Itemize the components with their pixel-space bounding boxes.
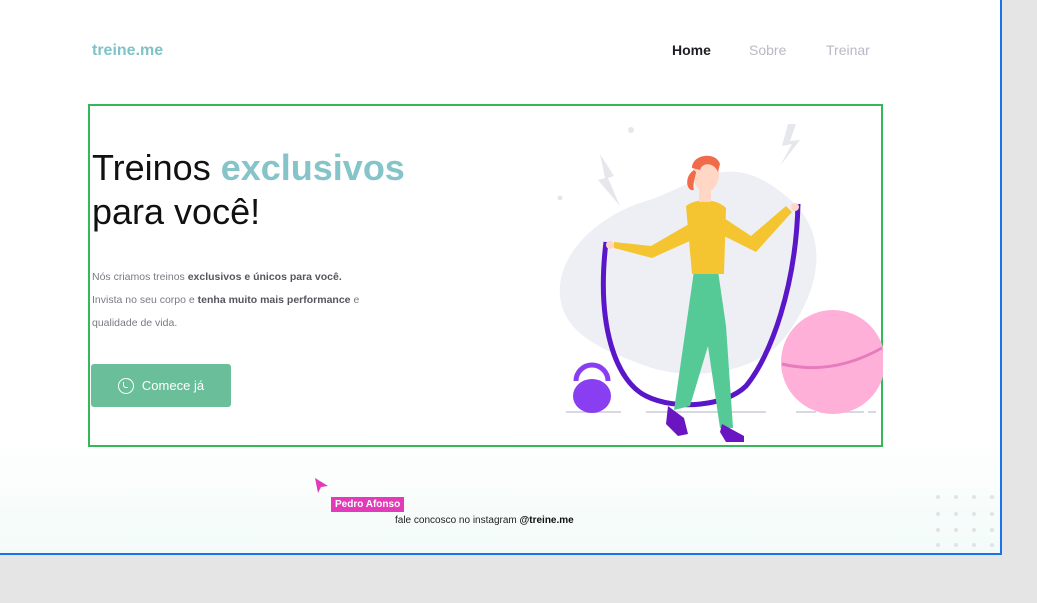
desc-text-1: Nós criamos treinos bbox=[92, 271, 188, 283]
lightning-left bbox=[598, 154, 620, 206]
exercise-ball bbox=[781, 310, 883, 414]
nav-item-home[interactable]: Home bbox=[672, 42, 711, 58]
instagram-handle[interactable]: @treine.me bbox=[520, 515, 574, 526]
footer-text: fale concosco no instagram bbox=[395, 515, 520, 526]
right-hand bbox=[791, 203, 799, 211]
left-hand bbox=[606, 241, 614, 249]
footer-contact: fale concosco no instagram @treine.me bbox=[395, 515, 574, 526]
hero-headline: Treinos exclusivos para você! bbox=[92, 146, 405, 234]
sparkle-dot bbox=[628, 127, 634, 133]
headline-line2: para você! bbox=[92, 191, 261, 232]
cursor-pointer-icon bbox=[315, 478, 328, 493]
cta-label: Comece já bbox=[141, 378, 205, 393]
left-shoe bbox=[666, 406, 688, 436]
page-frame: treine.me Home Sobre Treinar Treinos exc… bbox=[0, 0, 1002, 555]
hero-section-selected[interactable]: Treinos exclusivos para você! Nós criamo… bbox=[88, 104, 883, 447]
hero-description: Nós criamos treinos exclusivos e únicos … bbox=[92, 266, 392, 335]
hoodie bbox=[686, 200, 726, 274]
desc-text-2: Invista no seu corpo e bbox=[92, 294, 198, 306]
comece-ja-button[interactable]: Comece já bbox=[91, 364, 231, 407]
jump-rope-illustration bbox=[557, 124, 883, 442]
whatsapp-icon bbox=[117, 377, 134, 394]
sparkle-dot bbox=[557, 195, 563, 201]
headline-accent: exclusivos bbox=[220, 147, 405, 188]
kettlebell bbox=[573, 379, 611, 413]
brand-logo[interactable]: treine.me bbox=[92, 42, 163, 60]
desc-bold-2: tenha muito mais performance bbox=[197, 294, 351, 306]
collaborator-tag: Pedro Afonso bbox=[331, 497, 405, 512]
nav-item-sobre[interactable]: Sobre bbox=[749, 42, 786, 58]
lightning-right bbox=[780, 124, 800, 166]
dots-decoration bbox=[936, 495, 994, 547]
kettlebell-handle bbox=[573, 362, 611, 382]
desc-bold-1: exclusivos e únicos para você. bbox=[187, 271, 342, 283]
headline-plain: Treinos bbox=[92, 147, 221, 188]
nav-item-treinar[interactable]: Treinar bbox=[826, 42, 870, 58]
